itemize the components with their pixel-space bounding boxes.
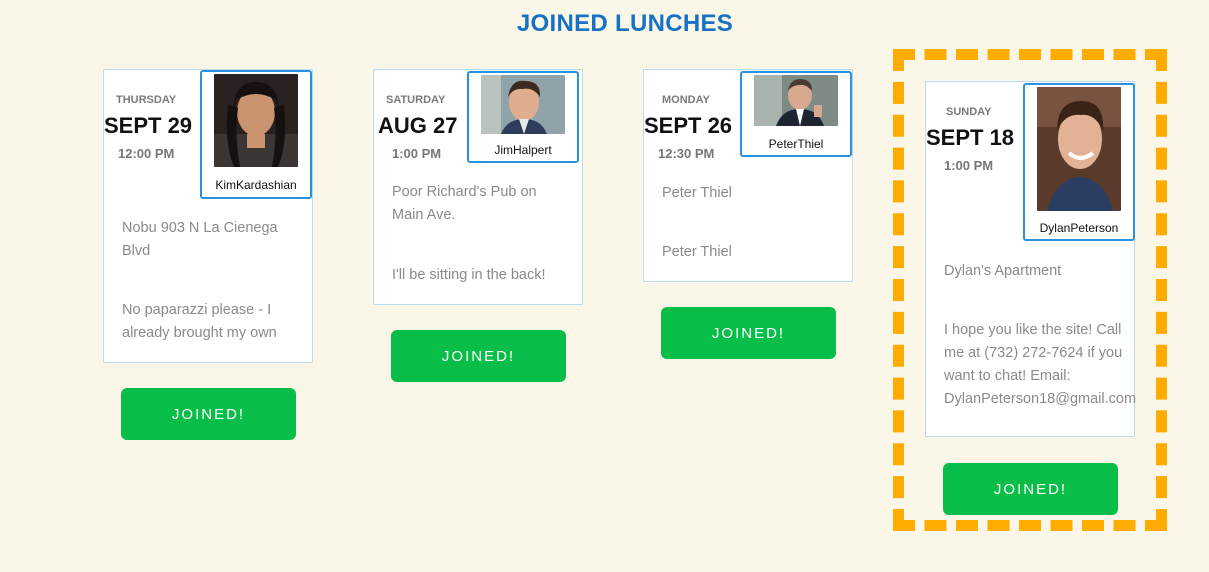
- host-name: PeterThiel: [768, 137, 824, 151]
- lunch-date: SEPT 29: [104, 113, 193, 138]
- lunch-note: No paparazzi please - I already brought …: [122, 302, 277, 341]
- page-title: JOINED LUNCHES: [516, 10, 734, 37]
- joined-button[interactable]: JOINED!: [391, 330, 566, 382]
- lunch-location: Dylan's Apartment: [944, 263, 1062, 279]
- host-profile[interactable]: DylanPeterson: [1023, 83, 1135, 241]
- lunch-card: THURSDAY SEPT 29 12:00 PM KimKardashian …: [103, 69, 313, 363]
- joined-button[interactable]: JOINED!: [121, 388, 296, 440]
- host-profile[interactable]: PeterThiel: [740, 71, 852, 157]
- lunch-note: I'll be sitting in the back!: [392, 267, 546, 283]
- lunch-date: SEPT 18: [926, 125, 1015, 150]
- lunch-card: SUNDAY SEPT 18 1:00 PM DylanPeterson Dyl…: [925, 81, 1137, 437]
- lunch-card: SATURDAY AUG 27 1:00 PM JimHalpert Poor …: [373, 69, 583, 305]
- lunch-note: I hope you like the site! Call me at (73…: [944, 322, 1137, 407]
- host-name: KimKardashian: [215, 178, 297, 192]
- lunch-location: Nobu 903 N La Cienega Blvd: [122, 220, 278, 259]
- avatar: [1037, 87, 1121, 211]
- avatar: [481, 75, 565, 134]
- lunch-day: THURSDAY: [116, 94, 177, 106]
- lunch-location: Peter Thiel: [662, 185, 732, 201]
- avatar: [214, 74, 298, 167]
- lunch-time: 12:30 PM: [658, 146, 715, 161]
- avatar: [754, 75, 838, 126]
- lunch-location: Poor Richard's Pub on Main Ave.: [392, 184, 537, 223]
- joined-button[interactable]: JOINED!: [661, 307, 836, 359]
- host-name: JimHalpert: [494, 143, 552, 157]
- lunch-time: 1:00 PM: [392, 146, 442, 161]
- lunch-date: AUG 27: [378, 113, 458, 138]
- lunch-card: MONDAY SEPT 26 12:30 PM PeterThiel Peter…: [643, 69, 853, 282]
- lunch-day: SATURDAY: [386, 94, 446, 106]
- lunch-date: SEPT 26: [644, 113, 733, 138]
- lunch-day: SUNDAY: [946, 106, 992, 118]
- lunch-time: 1:00 PM: [944, 158, 994, 173]
- joined-button[interactable]: JOINED!: [943, 463, 1118, 515]
- lunch-day: MONDAY: [662, 94, 710, 106]
- host-profile[interactable]: JimHalpert: [467, 71, 579, 163]
- lunch-note: Peter Thiel: [662, 244, 732, 260]
- lunch-time: 12:00 PM: [118, 146, 175, 161]
- host-profile[interactable]: KimKardashian: [200, 70, 312, 199]
- host-name: DylanPeterson: [1039, 221, 1119, 235]
